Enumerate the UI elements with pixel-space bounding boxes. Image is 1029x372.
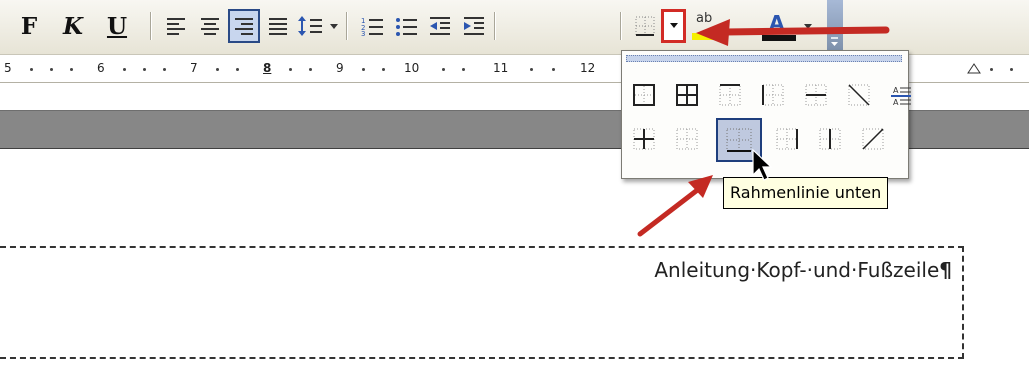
align-center-button[interactable] xyxy=(194,9,226,43)
annotation-arrow-icon xyxy=(637,175,713,237)
toolbar-options-icon xyxy=(831,37,838,46)
outside-borders-option[interactable] xyxy=(625,76,665,116)
inside-vertical-border-icon xyxy=(819,128,841,150)
justify-button[interactable] xyxy=(262,9,294,43)
font-color-button[interactable]: A xyxy=(757,9,817,43)
left-border-icon xyxy=(762,84,784,106)
align-right-button[interactable] xyxy=(228,9,260,43)
ruler-number: 8 xyxy=(263,61,272,75)
top-border-icon xyxy=(719,84,741,106)
line-spacing-icon xyxy=(298,16,338,36)
bulleted-list-icon xyxy=(396,18,417,36)
svg-text:A: A xyxy=(893,86,899,95)
underline-button[interactable]: U xyxy=(102,9,132,43)
align-right-icon xyxy=(235,18,253,35)
right-border-icon xyxy=(776,128,798,150)
diagonal-up-border-option[interactable] xyxy=(854,120,894,160)
header-area[interactable]: Anleitung·Kopf-·und·Fußzeile¶ xyxy=(0,246,964,359)
chevron-down-icon xyxy=(804,24,812,29)
increase-indent-icon xyxy=(464,17,484,35)
header-text: Anleitung·Kopf-·und·Fußzeile xyxy=(654,258,940,282)
numbered-list-icon: 123 xyxy=(361,17,383,36)
tooltip: Rahmenlinie unten xyxy=(723,177,889,209)
formatting-toolbar: F K U 123 ab A xyxy=(0,0,1029,55)
align-left-icon xyxy=(167,18,185,35)
horizontal-line-icon: AA xyxy=(891,86,911,106)
align-left-button[interactable] xyxy=(160,9,192,43)
decrease-indent-button[interactable] xyxy=(424,9,456,43)
diagonal-up-border-icon xyxy=(862,128,884,150)
svg-text:A: A xyxy=(893,98,899,106)
toolbar-separator xyxy=(494,12,495,40)
inside-borders-icon xyxy=(633,128,655,150)
highlight-label: ab xyxy=(696,11,713,26)
bold-button[interactable]: F xyxy=(14,9,44,43)
numbering-button[interactable]: 123 xyxy=(356,9,388,43)
no-border-icon xyxy=(676,128,698,150)
italic-button[interactable]: K xyxy=(58,9,88,43)
no-border-option[interactable] xyxy=(668,120,708,160)
header-text-line[interactable]: Anleitung·Kopf-·und·Fußzeile¶ xyxy=(654,258,952,282)
borders-icon xyxy=(635,16,655,36)
diagonal-down-border-option[interactable] xyxy=(840,76,880,116)
font-color-bar xyxy=(762,35,796,41)
chevron-down-icon xyxy=(669,23,678,28)
left-border-option[interactable] xyxy=(754,76,794,116)
highlight-color-bar xyxy=(692,33,720,40)
ruler-number: 6 xyxy=(97,61,105,75)
bottom-border-icon xyxy=(726,128,752,152)
inside-borders-option[interactable] xyxy=(625,120,665,160)
ruler-number: 5 xyxy=(4,61,12,75)
increase-indent-button[interactable] xyxy=(458,9,490,43)
ruler-number: 10 xyxy=(404,61,420,75)
bullets-button[interactable] xyxy=(390,9,422,43)
borders-dropdown-button[interactable] xyxy=(661,9,686,43)
toolbar-separator xyxy=(346,12,347,40)
toolbar-separator xyxy=(150,12,151,40)
pilcrow-mark: ¶ xyxy=(939,258,952,282)
justify-icon xyxy=(269,18,287,35)
inside-horizontal-border-option[interactable] xyxy=(797,76,837,116)
svg-text:3: 3 xyxy=(361,30,365,36)
ruler-number: 9 xyxy=(336,61,344,75)
inside-horizontal-border-icon xyxy=(805,84,827,106)
ruler-number: 7 xyxy=(190,61,198,75)
indent-marker-icon[interactable] xyxy=(967,61,981,75)
ruler-number: 11 xyxy=(493,61,509,75)
bottom-border-option[interactable] xyxy=(716,118,762,162)
toolbar-separator xyxy=(620,12,621,40)
ruler-number: 12 xyxy=(580,61,596,75)
font-color-label: A xyxy=(769,11,785,35)
toolbar-options-handle[interactable] xyxy=(827,0,843,54)
decrease-indent-icon xyxy=(430,17,450,35)
all-borders-icon xyxy=(676,84,698,106)
inside-vertical-border-option[interactable] xyxy=(811,120,851,160)
palette-drag-handle[interactable] xyxy=(626,55,902,62)
diagonal-down-border-icon xyxy=(848,84,870,106)
horizontal-line-option[interactable]: AA xyxy=(882,76,922,116)
line-spacing-button[interactable] xyxy=(296,9,342,43)
outside-borders-icon xyxy=(633,84,655,106)
align-center-icon xyxy=(201,18,219,35)
right-border-option[interactable] xyxy=(768,120,808,160)
top-border-option[interactable] xyxy=(711,76,751,116)
all-borders-option[interactable] xyxy=(668,76,708,116)
highlight-button[interactable]: ab xyxy=(690,9,734,43)
borders-button[interactable] xyxy=(630,9,660,43)
